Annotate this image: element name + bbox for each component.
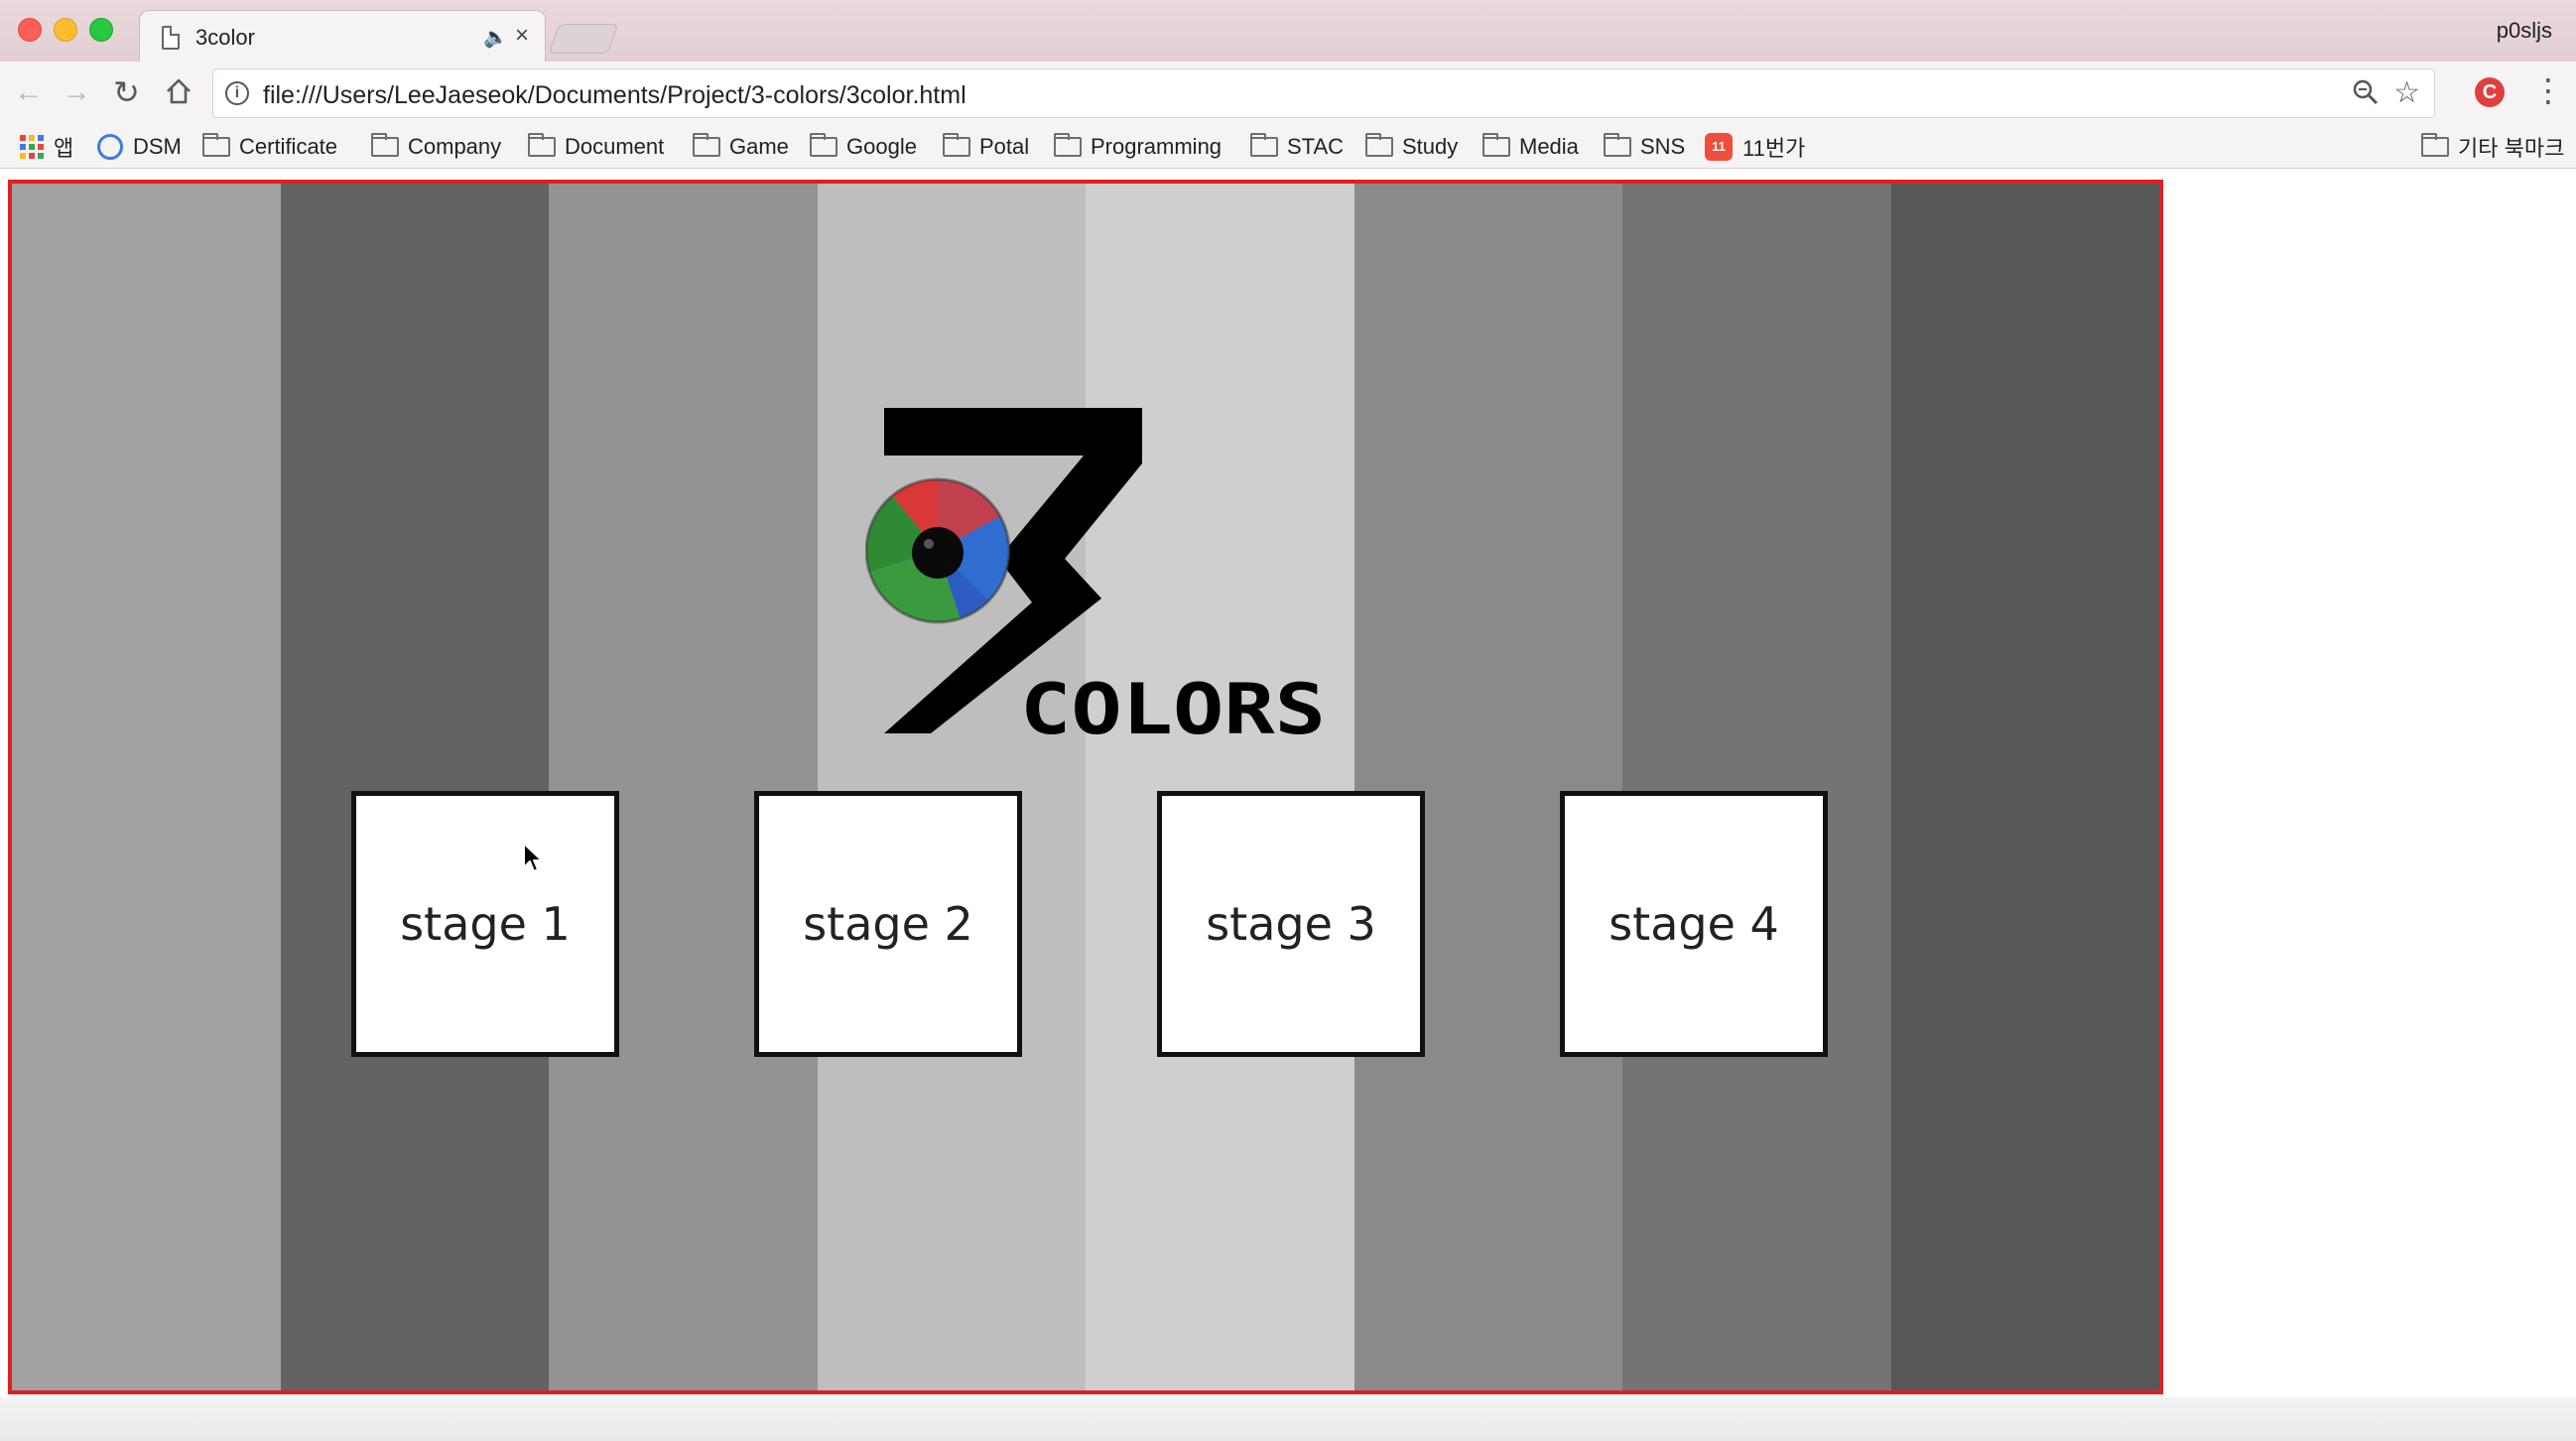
profile-name[interactable]: p0sljs [2497, 18, 2552, 44]
bookmark-folder-media[interactable]: Media [1482, 131, 1579, 163]
background-stripe [1890, 184, 2159, 1390]
background-stripe [1353, 184, 1622, 1390]
bookmark-label: Document [565, 134, 665, 159]
stage-label: stage 2 [803, 897, 973, 951]
reload-icon[interactable]: ↻ [113, 75, 140, 109]
bookmark-label: Company [408, 134, 502, 159]
browser-toolbar: ← → ↻ i file:///Users/LeeJaeseok/Documen… [0, 62, 2576, 125]
bookmark-apps[interactable]: 앱 [20, 131, 73, 163]
bookmark-label: Programming [1091, 134, 1223, 159]
bookmarks-bar: 앱 DSM Certificate Company Document Game … [0, 125, 2576, 169]
background-stripe [1622, 184, 1891, 1390]
url-text[interactable]: file:///Users/LeeJaeseok/Documents/Proje… [263, 81, 966, 110]
bookmark-label: Study [1402, 134, 1459, 159]
three-colors-logo: COLORS [865, 408, 1326, 745]
bookmark-label: 11번가 [1742, 136, 1806, 161]
bookmark-label: DSM [133, 134, 182, 159]
stage-label: stage 3 [1206, 897, 1376, 951]
folder-icon [1604, 133, 1631, 157]
address-bar[interactable]: i file:///Users/LeeJaeseok/Documents/Pro… [212, 68, 2435, 118]
background-stripe [549, 184, 818, 1390]
stage-1-button[interactable]: stage 1 [351, 791, 619, 1057]
folder-icon [1482, 133, 1510, 157]
bookmark-folder-company[interactable]: Company [371, 131, 501, 163]
folder-icon [1250, 133, 1278, 157]
folder-icon [810, 133, 837, 157]
window-bottom-edge [0, 1397, 2576, 1441]
bookmark-folder-google[interactable]: Google [810, 131, 917, 163]
apps-grid-icon [20, 135, 44, 159]
folder-icon [371, 133, 399, 157]
stage-2-button[interactable]: stage 2 [754, 791, 1022, 1057]
background-stripe [280, 184, 549, 1390]
new-tab-button[interactable] [548, 24, 619, 54]
stage-4-button[interactable]: stage 4 [1560, 791, 1828, 1057]
bookmark-label: Certificate [239, 134, 338, 159]
bookmark-folder-document[interactable]: Document [528, 131, 664, 163]
bookmark-dsm[interactable]: DSM [97, 131, 182, 163]
folder-icon [693, 133, 720, 157]
stage-3-button[interactable]: stage 3 [1157, 791, 1425, 1057]
speaker-icon[interactable]: 🔈 [483, 25, 508, 50]
extension-icon[interactable]: C [2475, 77, 2505, 107]
tab-close-icon[interactable]: × [515, 22, 529, 50]
bookmark-label: SNS [1640, 134, 1686, 159]
forward-arrow-icon[interactable]: → [62, 75, 91, 109]
bookmark-11st[interactable]: 11 11번가 [1705, 131, 1805, 163]
window-minimize-button[interactable] [54, 18, 77, 42]
dsm-icon [97, 134, 123, 160]
tab-title: 3color [195, 25, 255, 50]
bookmark-label: Potal [979, 134, 1030, 159]
folder-icon [528, 133, 556, 157]
page-icon [162, 26, 180, 50]
bookmark-folder-game[interactable]: Game [693, 131, 789, 163]
bookmark-folder-other[interactable]: 기타 북마크 [2421, 131, 2564, 163]
home-icon[interactable] [165, 77, 193, 105]
background-stripe [12, 184, 281, 1390]
bookmark-folder-programming[interactable]: Programming [1054, 131, 1222, 163]
bookmark-label: Google [846, 134, 917, 159]
menu-kebab-icon[interactable]: ⋮ [2532, 73, 2564, 107]
folder-icon [2421, 133, 2449, 157]
logo-wordmark: COLORS [1020, 669, 1326, 745]
bookmark-star-icon[interactable]: ☆ [2393, 75, 2420, 110]
browser-tab-active[interactable]: 3color 🔈 × [139, 10, 546, 64]
game-canvas[interactable]: COLORS stage 1 stage 2 stage 3 stage 4 [8, 180, 2163, 1394]
back-arrow-icon[interactable]: ← [14, 75, 44, 109]
bookmark-folder-sns[interactable]: SNS [1604, 131, 1685, 163]
zoom-icon[interactable] [2353, 79, 2379, 105]
bookmark-label: 앱 [54, 136, 74, 161]
bookmark-folder-stac[interactable]: STAC [1250, 131, 1344, 163]
background-stripes [12, 184, 2159, 1390]
window-maximize-button[interactable] [89, 18, 113, 42]
background-stripe [817, 184, 1086, 1390]
stage-label: stage 4 [1609, 897, 1779, 951]
info-icon[interactable]: i [225, 81, 249, 105]
background-stripe [1086, 184, 1354, 1390]
bookmark-folder-certificate[interactable]: Certificate [202, 131, 337, 163]
window-close-button[interactable] [18, 18, 42, 42]
bookmark-label: Game [729, 134, 789, 159]
bookmark-folder-study[interactable]: Study [1365, 131, 1458, 163]
bookmark-folder-potal[interactable]: Potal [943, 131, 1029, 163]
bookmark-label: 기타 북마크 [2458, 136, 2565, 161]
elevenst-icon: 11 [1705, 133, 1733, 161]
bookmark-label: Media [1519, 134, 1579, 159]
bookmark-label: STAC [1287, 134, 1345, 159]
folder-icon [202, 133, 230, 157]
folder-icon [1365, 133, 1393, 157]
folder-icon [943, 133, 970, 157]
tab-strip: 3color 🔈 × p0sljs [0, 0, 2576, 64]
folder-icon [1054, 133, 1082, 157]
stage-label: stage 1 [400, 897, 571, 951]
